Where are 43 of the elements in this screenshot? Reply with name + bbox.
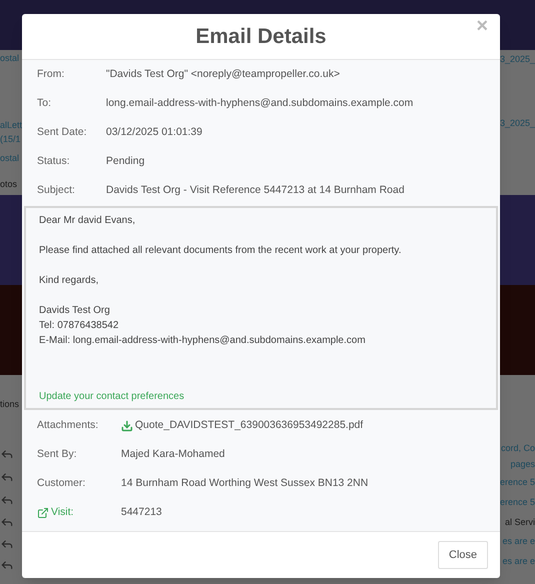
background-text: al Servi [504, 516, 535, 528]
field-value: Pending [106, 154, 145, 169]
background-text: erence 5 [500, 476, 535, 488]
background-text: erence 5 [500, 496, 535, 508]
field-value: "Davids Test Org" <noreply@teampropeller.co.uk> [106, 66, 340, 82]
field-label: From: [37, 66, 64, 82]
email-line: E-Mail: long.email-address-with-hyphens@and.subdomains.example.com [39, 334, 366, 348]
background-text: tions [0, 398, 20, 410]
field-label: Customer: [37, 476, 86, 491]
background-text: ostal [0, 52, 20, 64]
field-value: 14 Burnham Road Worthing West Sussex BN13 2NN [121, 476, 368, 491]
field-value: 5447213 [121, 504, 162, 520]
email-line: Please find attached all relevant documents from the recent work at your property. [39, 244, 402, 258]
email-line: Kind regards, [39, 274, 100, 288]
field-label: To: [37, 96, 52, 111]
field-value: Davids Test Org - Visit Reference 5447213 at 14 Burnham Road [106, 182, 404, 198]
close-dialog-button[interactable]: Close [438, 541, 488, 569]
background-text: 3_2025_ [500, 117, 535, 129]
background-text: ostal [0, 152, 20, 164]
download-icon [121, 420, 133, 432]
background-text: es are e [502, 535, 535, 547]
background-text: alLett [0, 119, 22, 131]
background-text: 3_2025_ [500, 53, 535, 65]
background-text: es are e [502, 555, 535, 567]
field-label: Subject: [37, 182, 75, 198]
field-value: long.email-address-with-hyphens@and.subdomains.example.com [106, 96, 414, 111]
field-label: Visit: [51, 504, 74, 520]
background-text: cord, Co [500, 442, 535, 454]
email-line: Davids Test Org [39, 304, 111, 318]
field-label: Sent By: [37, 446, 77, 462]
email-line: Tel: 07876438542 [39, 319, 120, 333]
dialog-title: Email Details [196, 24, 326, 50]
field-label: Attachments: [37, 418, 98, 433]
field-value: 03/12/2025 01:01:39 [106, 124, 202, 140]
background-text: (15/1 [0, 133, 21, 145]
background-text: otos [0, 178, 18, 190]
field-label: Sent Date: [37, 124, 87, 140]
attachment-link[interactable]: Quote_DAVIDSTEST_639003636953492285.pdf [121, 418, 364, 434]
field-label: Status: [37, 154, 70, 169]
external-link-icon[interactable] [37, 506, 49, 518]
background-text: pages [510, 458, 535, 470]
email-line: Dear Mr david Evans, [39, 214, 136, 228]
field-value: Majed Kara-Mohamed [121, 446, 225, 462]
